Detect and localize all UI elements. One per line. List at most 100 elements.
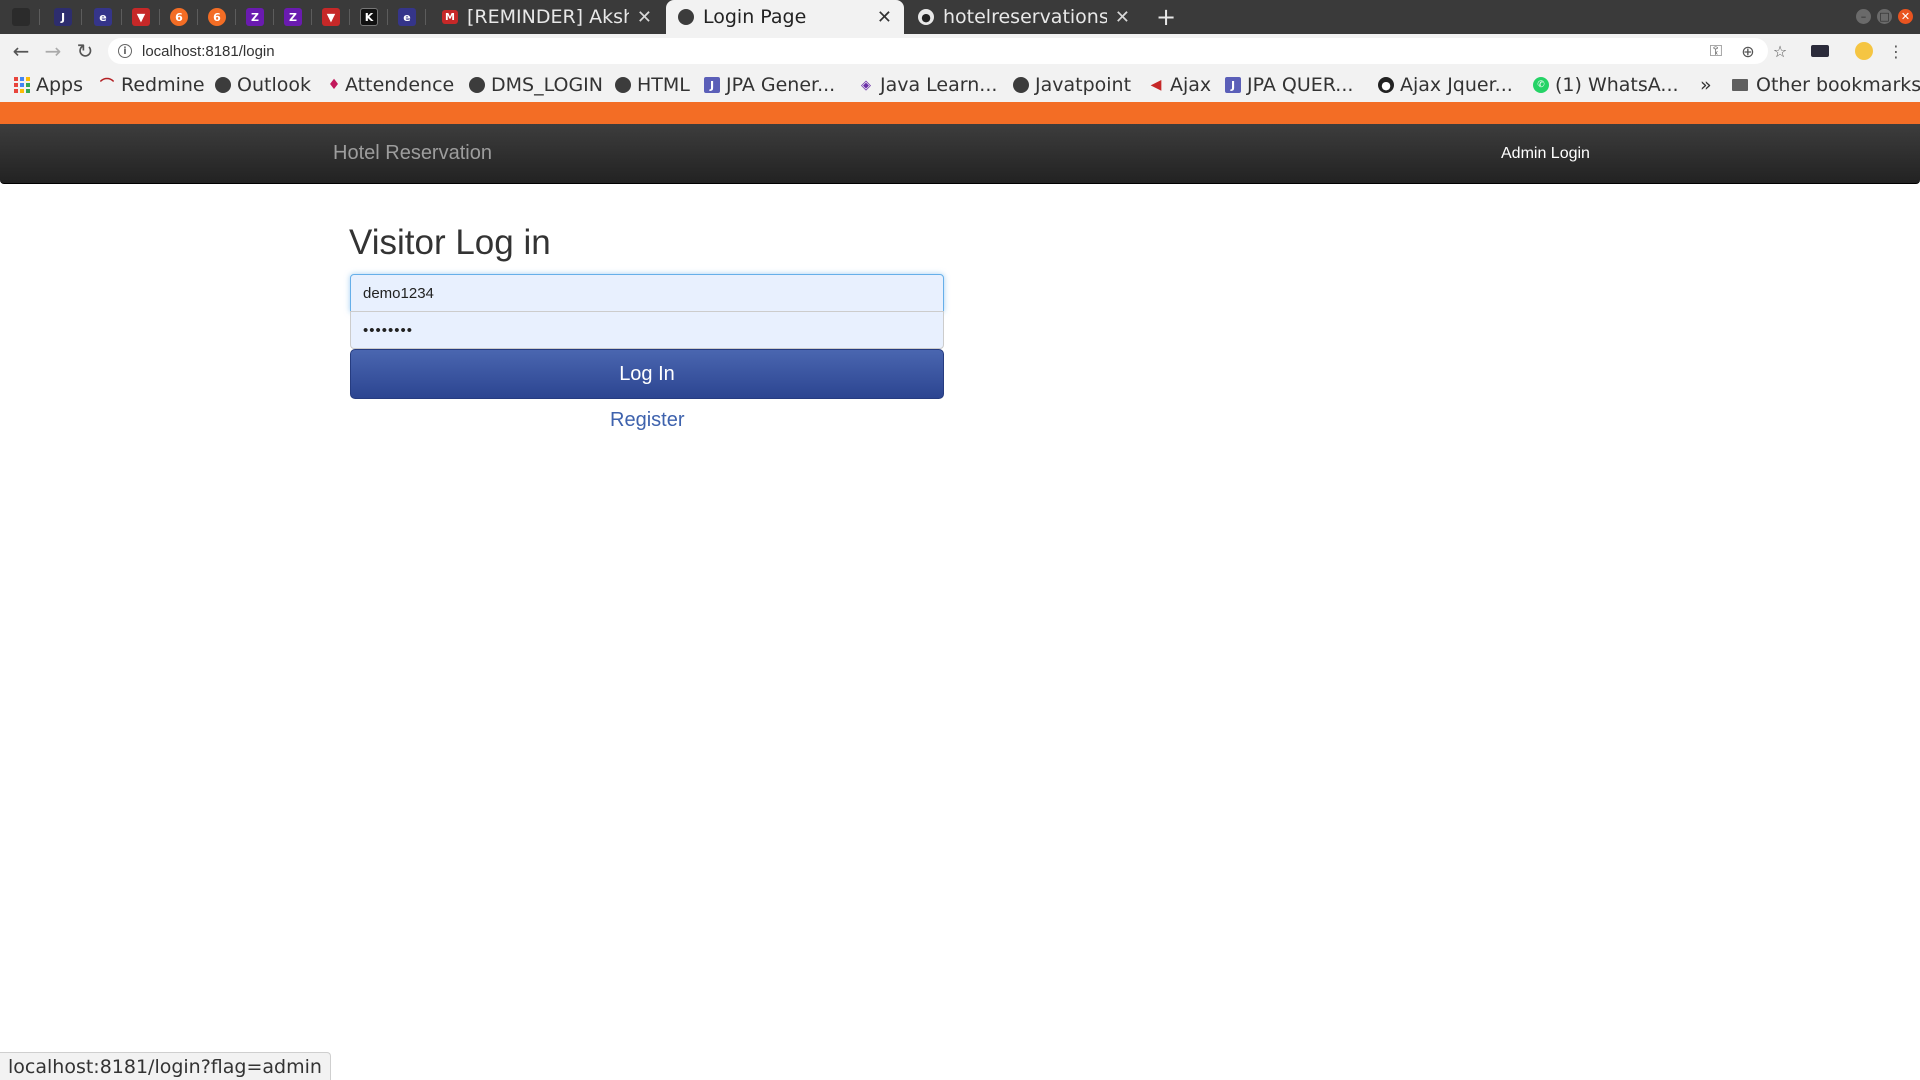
key-icon[interactable]: ⚿ (1704, 38, 1728, 64)
eclipse-icon: e (398, 8, 416, 26)
tab-title: hotelreservationsys (943, 6, 1107, 28)
bookmark-label: Outlook (237, 74, 311, 96)
browser-tab-strip: J e ▼ 6 6 Z Z ▼ K e M [REMINDER] Akshay … (0, 0, 1920, 34)
pinned-tab[interactable]: ▼ (312, 0, 350, 34)
jira-icon: J (54, 8, 72, 26)
register-link[interactable]: Register (610, 409, 684, 432)
bookmark-label: Attendence (345, 74, 455, 96)
bookmark-label: Apps (36, 74, 84, 96)
menu-icon[interactable]: ⋮ (1884, 38, 1908, 64)
pinned-tab[interactable]: Z (236, 0, 274, 34)
login-button[interactable]: Log In (350, 349, 944, 399)
github-icon: ● (1378, 77, 1394, 93)
whatsapp-icon: ✆ (1533, 77, 1549, 93)
bookmark-whatsapp[interactable]: ✆ (1) WhatsA... (1533, 68, 1679, 102)
gmail-icon: M (442, 10, 458, 24)
jpa-icon: J (1225, 77, 1241, 93)
profile-avatar-icon[interactable] (1852, 38, 1876, 64)
globe-icon (215, 77, 231, 93)
bookmark-jpa-generator[interactable]: J JPA Gener... (704, 68, 835, 102)
bookmark-label: JPA Gener... (726, 74, 836, 96)
pinned-tab[interactable] (2, 0, 40, 34)
pinned-tab[interactable]: ▼ (122, 0, 160, 34)
tab-title: Login Page (703, 6, 807, 28)
close-icon[interactable]: ✕ (877, 7, 892, 28)
pinned-tab[interactable]: 6 (198, 0, 236, 34)
status-url-bubble: localhost:8181/login?flag=admin (0, 1052, 331, 1080)
back-icon[interactable]: ← (9, 39, 33, 63)
bookmark-label: Javatpoint (1035, 74, 1132, 96)
globe-icon (469, 77, 485, 93)
brand-link[interactable]: Hotel Reservation (333, 142, 492, 165)
bookmark-ajax[interactable]: ◀ Ajax (1148, 68, 1212, 102)
vivaldi-icon: ▼ (322, 8, 340, 26)
apps-grid-icon (14, 77, 30, 93)
pinned-tab[interactable]: Z (274, 0, 312, 34)
bookmark-label: Ajax Jquer... (1400, 74, 1513, 96)
bookmark-label: JPA QUER... (1247, 74, 1354, 96)
pinned-tab[interactable]: K (350, 0, 388, 34)
globe-icon (1013, 77, 1029, 93)
bookmark-java-learning[interactable]: ◈ Java Learn... (858, 68, 997, 102)
globe-icon (678, 9, 694, 25)
tab-github[interactable]: ● hotelreservationsys ✕ (906, 0, 1142, 34)
pinned-tab[interactable]: e (84, 0, 122, 34)
maximize-icon[interactable]: □ (1877, 9, 1892, 24)
bookmark-other-bookmarks[interactable]: Other bookmarks (1732, 68, 1920, 102)
bookmark-html[interactable]: HTML (615, 68, 690, 102)
jpa-icon: J (704, 77, 720, 93)
pinned-tab[interactable]: e (388, 0, 426, 34)
overflow-icon: » (1700, 74, 1712, 96)
close-icon[interactable]: ✕ (637, 7, 652, 28)
password-input[interactable] (350, 311, 944, 349)
bookmark-redmine[interactable]: ⌒ Redmine (99, 68, 205, 102)
bookmark-javatpoint[interactable]: Javatpoint (1013, 68, 1131, 102)
tab-login-page[interactable]: Login Page ✕ (666, 0, 904, 34)
username-input[interactable] (350, 274, 944, 312)
forward-icon[interactable]: → (41, 39, 65, 63)
tab-reminder[interactable]: M [REMINDER] Akshay ✕ (430, 0, 664, 34)
gitlab-icon: 6 (208, 8, 226, 26)
bookmark-label: DMS_LOGIN (491, 74, 603, 96)
blank-icon (12, 8, 30, 26)
ajax-icon: ◀ (1150, 77, 1162, 93)
bookmark-label: Redmine (121, 74, 205, 96)
pinned-tab[interactable]: 6 (160, 0, 198, 34)
close-icon[interactable]: ✕ (1115, 7, 1130, 28)
bookmark-outlook[interactable]: Outlook (215, 68, 311, 102)
bookmark-overflow-button[interactable]: » (1700, 68, 1712, 102)
new-tab-button[interactable]: + (1154, 0, 1178, 34)
site-info-icon[interactable]: i (118, 44, 132, 58)
login-heading: Visitor Log in (349, 223, 551, 262)
admin-login-link[interactable]: Admin Login (1501, 145, 1590, 163)
bookmark-label: Ajax (1170, 74, 1212, 96)
star-icon[interactable]: ☆ (1768, 38, 1792, 64)
address-url[interactable]: localhost:8181/login (142, 43, 275, 60)
folder-icon (1732, 79, 1748, 91)
attendence-icon: ♦ (327, 77, 341, 93)
reload-icon[interactable]: ↻ (73, 39, 97, 63)
minimize-icon[interactable]: – (1856, 9, 1871, 24)
extension-icon[interactable] (1808, 38, 1832, 64)
vivaldi-icon: ▼ (132, 8, 150, 26)
pinned-tab[interactable]: J (44, 0, 82, 34)
bookmark-label: (1) WhatsA... (1555, 74, 1679, 96)
close-window-icon[interactable]: ✕ (1898, 9, 1913, 24)
github-icon: ● (918, 9, 934, 25)
gitlab-icon: 6 (170, 8, 188, 26)
bookmark-label: Java Learn... (880, 74, 998, 96)
bookmark-jpa-query[interactable]: J JPA QUER... (1225, 68, 1353, 102)
bookmark-dms-login[interactable]: DMS_LOGIN (469, 68, 603, 102)
bookmark-apps[interactable]: Apps (14, 68, 83, 102)
address-bar[interactable]: i localhost:8181/login (108, 38, 1768, 64)
java-icon: ◈ (861, 77, 871, 93)
bookmarks-bar: Apps ⌒ Redmine Outlook ♦ Attendence DMS_… (0, 68, 1920, 102)
bookmark-attendence[interactable]: ♦ Attendence (327, 68, 455, 102)
top-accent-bar (0, 102, 1920, 124)
purple-app-icon: Z (284, 8, 302, 26)
bookmark-ajax-jquery[interactable]: ● Ajax Jquer... (1378, 68, 1513, 102)
zoom-icon[interactable]: ⊕ (1736, 38, 1760, 64)
globe-icon (615, 77, 631, 93)
bookmark-label: HTML (637, 74, 690, 96)
bookmark-label: Other bookmarks (1756, 74, 1920, 96)
